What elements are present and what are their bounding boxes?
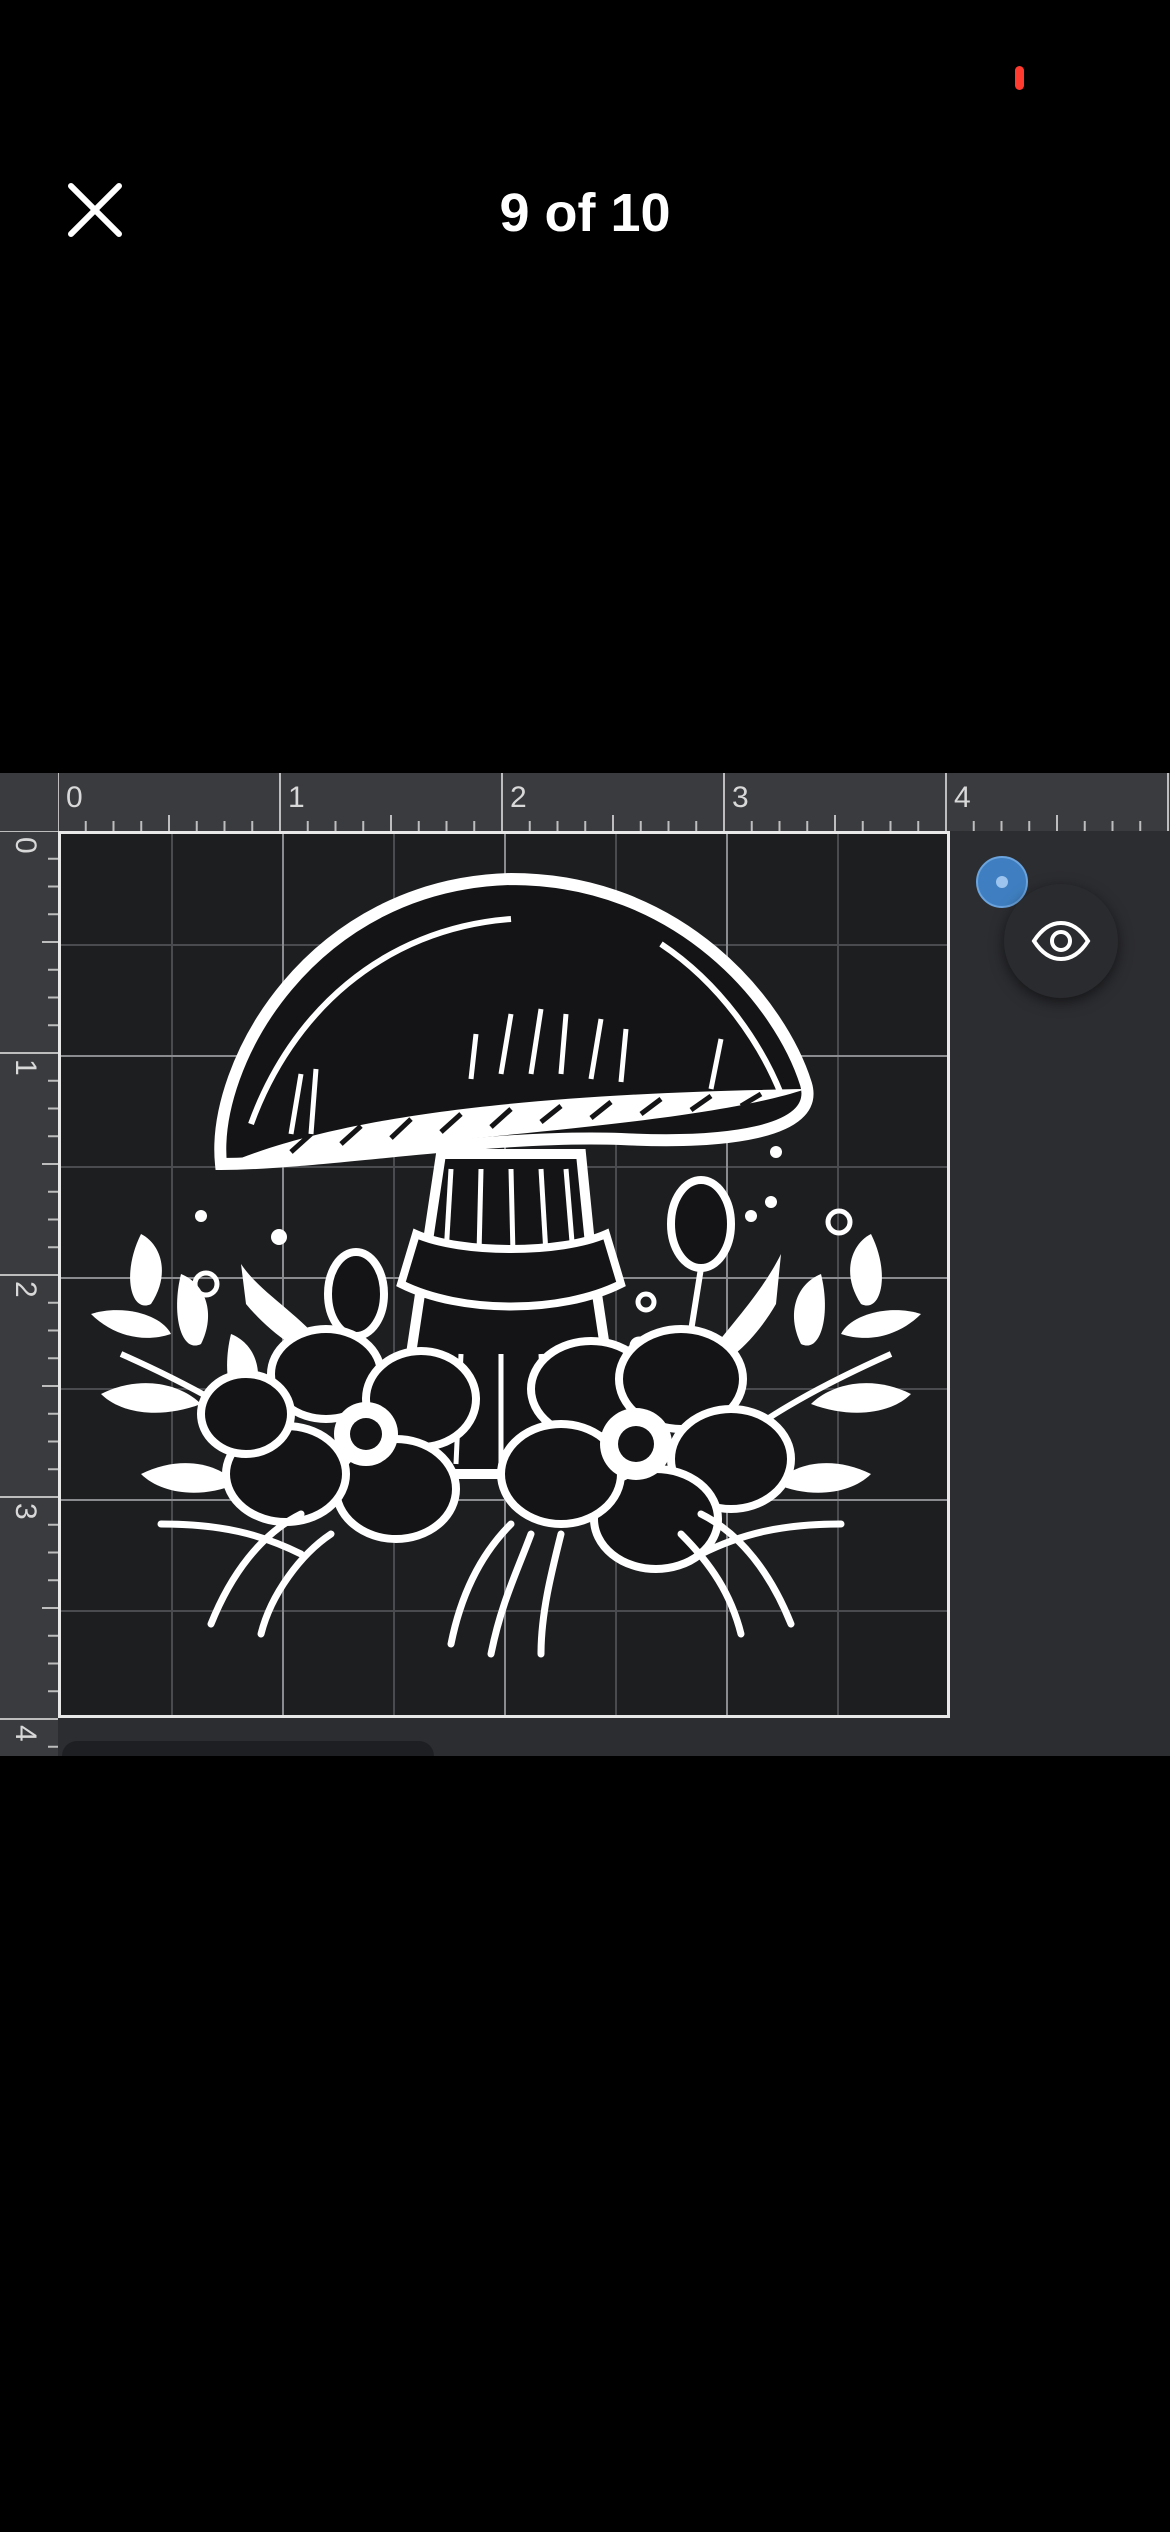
ruler-left-label-4: 4 [9, 1725, 42, 1742]
design-viewer[interactable]: 0 1 2 3 4 0 1 2 3 4 [0, 773, 1170, 1756]
ruler-top-label-0: 0 [66, 781, 83, 814]
ruler-left-label-2: 2 [9, 1281, 42, 1298]
recording-indicator [1015, 66, 1024, 90]
design-canvas[interactable] [58, 831, 950, 1718]
ruler-top-label-2: 2 [510, 781, 527, 814]
ruler-top: 0 1 2 3 4 [58, 773, 1170, 831]
ruler-top-label-1: 1 [288, 781, 305, 814]
page-title: 9 of 10 [499, 183, 671, 243]
bottom-panel-handle[interactable] [62, 1741, 434, 1756]
ruler-left-label-1: 1 [9, 1059, 42, 1076]
ruler-left: 0 1 2 3 4 [0, 831, 58, 1756]
ruler-corner [0, 773, 58, 831]
mushroom-floral-artwork [61, 834, 947, 1715]
ruler-top-label-3: 3 [732, 781, 749, 814]
ruler-left-label-3: 3 [9, 1503, 42, 1520]
ruler-left-label-0: 0 [9, 837, 42, 854]
visibility-toggle-button[interactable] [1004, 884, 1118, 998]
eye-icon [1031, 921, 1091, 961]
ruler-top-label-4: 4 [954, 781, 971, 814]
